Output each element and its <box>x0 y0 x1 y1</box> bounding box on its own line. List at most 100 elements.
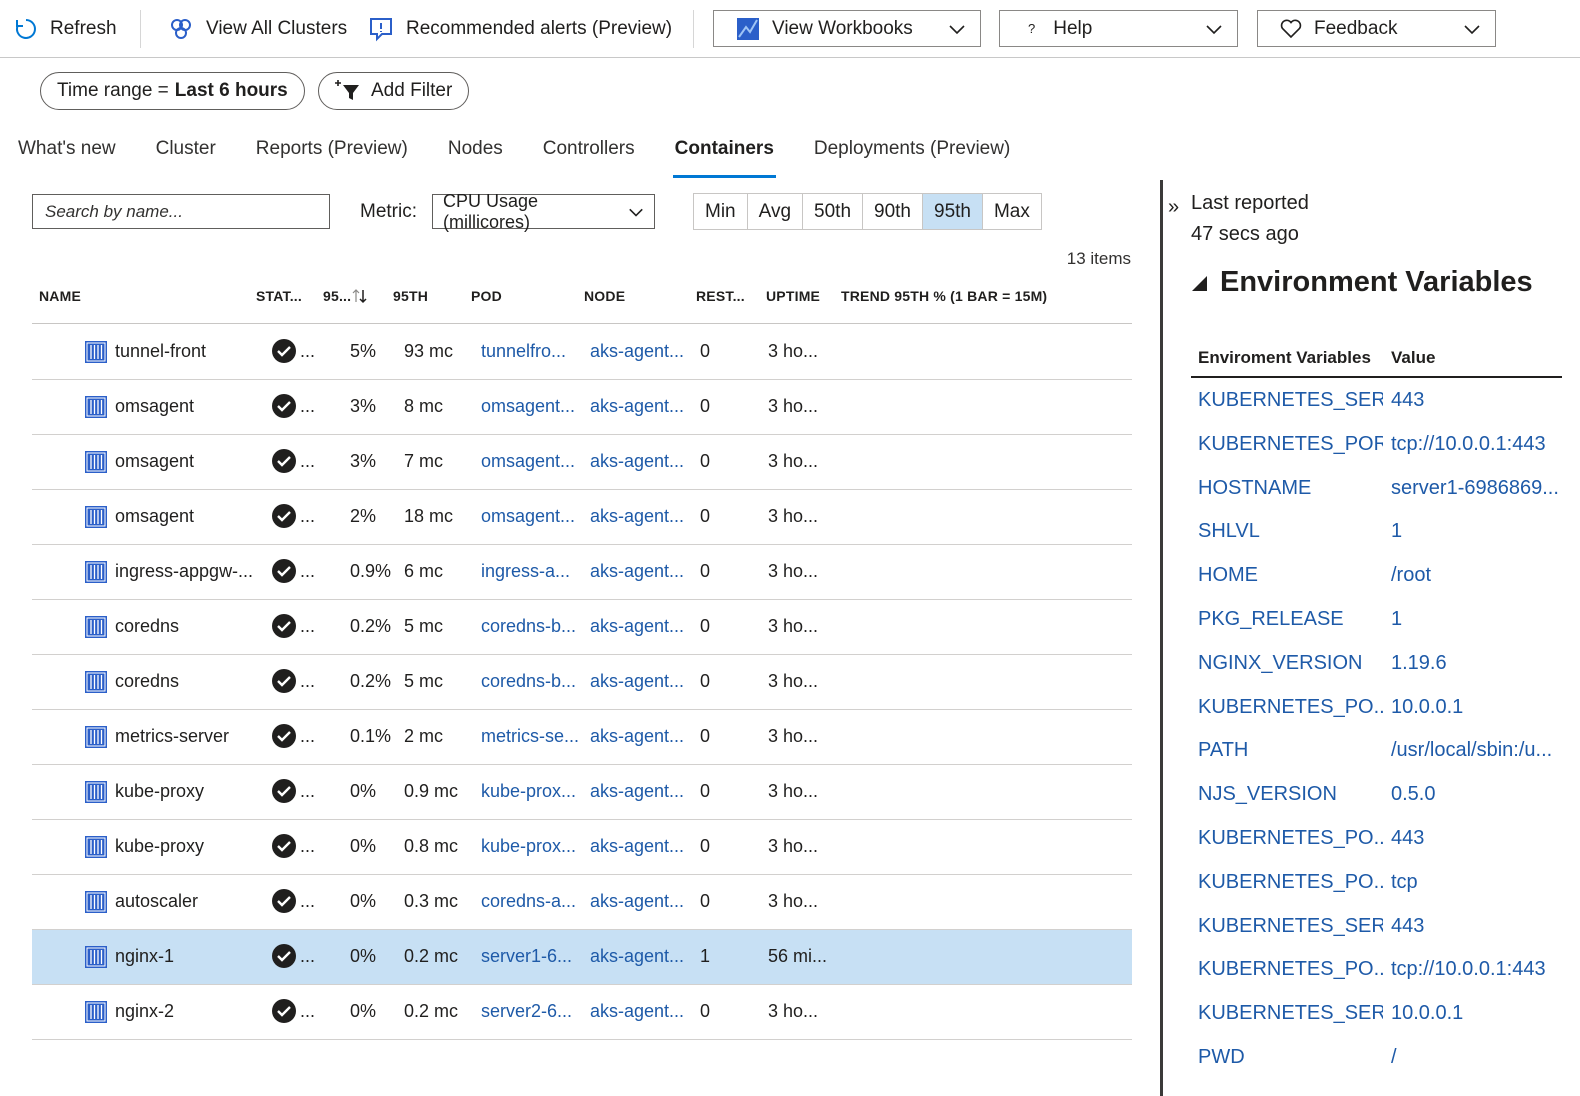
tab-cluster[interactable]: Cluster <box>156 138 216 178</box>
aggregation-min[interactable]: Min <box>694 194 748 229</box>
env-var-name[interactable]: PATH <box>1198 739 1383 762</box>
tab-nodes[interactable]: Nodes <box>448 138 503 178</box>
env-var-name[interactable]: KUBERNETES_SER... <box>1198 915 1383 938</box>
aggregation-50th[interactable]: 50th <box>803 194 864 229</box>
help-dropdown[interactable]: ? Help <box>999 10 1238 47</box>
env-var-name[interactable]: KUBERNETES_PO... <box>1198 827 1383 850</box>
node-link[interactable]: aks-agent... <box>590 671 690 692</box>
node-link[interactable]: aks-agent... <box>590 341 690 362</box>
env-var-value[interactable]: 10.0.0.1 <box>1391 696 1566 719</box>
column-header-status[interactable]: STAT... <box>256 288 302 304</box>
table-row[interactable]: autoscaler... 0% 0.3 mc coredns-a... aks-age… <box>32 875 1132 930</box>
table-row[interactable]: nginx-2... 0% 0.2 mc server2-6... aks-agent.… <box>32 985 1132 1040</box>
aggregation-90th[interactable]: 90th <box>863 194 923 229</box>
aggregation-max[interactable]: Max <box>983 194 1041 229</box>
pod-link[interactable]: omsagent... <box>481 396 581 417</box>
env-var-name[interactable]: HOME <box>1198 564 1383 587</box>
env-var-name[interactable]: NJS_VERSION <box>1198 783 1383 806</box>
env-var-value[interactable]: tcp <box>1391 871 1566 894</box>
feedback-dropdown[interactable]: Feedback <box>1257 10 1496 47</box>
node-link[interactable]: aks-agent... <box>590 946 690 967</box>
env-var-value[interactable]: /root <box>1391 564 1566 587</box>
pod-link[interactable]: tunnelfro... <box>481 341 581 362</box>
env-var-value[interactable]: 443 <box>1391 827 1566 850</box>
env-var-value[interactable]: /usr/local/sbin:/u... <box>1391 739 1566 762</box>
column-header-restarts[interactable]: REST... <box>696 288 745 304</box>
view-all-clusters-button[interactable]: View All Clusters <box>168 8 347 50</box>
table-row[interactable]: omsagent... 2% 18 mc omsagent... aks-agent..… <box>32 490 1132 545</box>
expand-panel-icon[interactable]: » <box>1168 196 1179 219</box>
search-input[interactable] <box>32 194 330 229</box>
environment-variables-toggle[interactable]: Environment Variables <box>1190 266 1533 299</box>
node-link[interactable]: aks-agent... <box>590 1001 690 1022</box>
tab-whats-new[interactable]: What's new <box>18 138 116 178</box>
table-row[interactable]: coredns... 0.2% 5 mc coredns-b... aks-agent.… <box>32 600 1132 655</box>
recommended-alerts-button[interactable]: Recommended alerts (Preview) <box>368 8 672 50</box>
table-row[interactable]: kube-proxy... 0% 0.8 mc kube-prox... aks-age… <box>32 820 1132 875</box>
pod-link[interactable]: coredns-a... <box>481 891 581 912</box>
tab-containers[interactable]: Containers <box>672 138 777 178</box>
panel-divider[interactable] <box>1160 180 1163 1096</box>
env-var-value[interactable]: 1.19.6 <box>1391 652 1566 675</box>
pod-link[interactable]: ingress-a... <box>481 561 581 582</box>
pod-link[interactable]: server2-6... <box>481 1001 581 1022</box>
pod-link[interactable]: coredns-b... <box>481 671 581 692</box>
node-link[interactable]: aks-agent... <box>590 506 690 527</box>
column-header-node[interactable]: NODE <box>584 288 625 304</box>
aggregation-avg[interactable]: Avg <box>748 194 804 229</box>
env-var-name[interactable]: KUBERNETES_PO... <box>1198 871 1383 894</box>
add-filter-button[interactable]: Add Filter <box>318 72 470 110</box>
tab-controllers[interactable]: Controllers <box>543 138 635 178</box>
pod-link[interactable]: omsagent... <box>481 451 581 472</box>
column-header-trend[interactable]: TREND 95TH % (1 BAR = 15M) <box>841 288 1047 304</box>
pod-link[interactable]: kube-prox... <box>481 781 581 802</box>
table-row[interactable]: omsagent... 3% 7 mc omsagent... aks-agent...… <box>32 435 1132 490</box>
env-var-name[interactable]: KUBERNETES_PORT <box>1198 433 1383 456</box>
node-link[interactable]: aks-agent... <box>590 781 690 802</box>
node-link[interactable]: aks-agent... <box>590 616 690 637</box>
env-var-value[interactable]: 1 <box>1391 520 1566 543</box>
metric-dropdown[interactable]: CPU Usage (millicores) <box>432 191 655 232</box>
view-workbooks-dropdown[interactable]: View Workbooks <box>713 10 981 47</box>
env-var-name[interactable]: PKG_RELEASE <box>1198 608 1383 631</box>
pod-link[interactable]: metrics-se... <box>481 726 581 747</box>
node-link[interactable]: aks-agent... <box>590 396 690 417</box>
env-var-name[interactable]: KUBERNETES_SER... <box>1198 389 1383 412</box>
aggregation-95th[interactable]: 95th <box>923 194 983 229</box>
env-var-name[interactable]: PWD <box>1198 1046 1383 1069</box>
env-var-name[interactable]: HOSTNAME <box>1198 477 1383 500</box>
table-row[interactable]: ingress-appgw-...... 0.9% 6 mc ingress-a...… <box>32 545 1132 600</box>
column-header-uptime[interactable]: UPTIME <box>766 288 820 304</box>
env-var-value[interactable]: 0.5.0 <box>1391 783 1566 806</box>
tab-reports[interactable]: Reports (Preview) <box>256 138 408 178</box>
tab-deployments[interactable]: Deployments (Preview) <box>814 138 1010 178</box>
table-row[interactable]: metrics-server... 0.1% 2 mc metrics-se... ak… <box>32 710 1132 765</box>
table-row[interactable]: coredns... 0.2% 5 mc coredns-b... aks-agent.… <box>32 655 1132 710</box>
env-var-value[interactable]: server1-6986869... <box>1391 477 1566 500</box>
time-range-pill[interactable]: Time range = Last 6 hours <box>40 72 305 110</box>
pod-link[interactable]: coredns-b... <box>481 616 581 637</box>
env-var-name[interactable]: KUBERNETES_PO... <box>1198 696 1383 719</box>
node-link[interactable]: aks-agent... <box>590 891 690 912</box>
env-var-name[interactable]: KUBERNETES_PO... <box>1198 958 1383 981</box>
env-var-value[interactable]: 1 <box>1391 608 1566 631</box>
node-link[interactable]: aks-agent... <box>590 451 690 472</box>
node-link[interactable]: aks-agent... <box>590 561 690 582</box>
env-var-name[interactable]: NGINX_VERSION <box>1198 652 1383 675</box>
column-header-pod[interactable]: POD <box>471 288 502 304</box>
node-link[interactable]: aks-agent... <box>590 836 690 857</box>
table-row[interactable]: tunnel-front... 5% 93 mc tunnelfro... aks-ag… <box>32 325 1132 380</box>
env-var-value[interactable]: 443 <box>1391 389 1566 412</box>
pod-link[interactable]: omsagent... <box>481 506 581 527</box>
table-row[interactable]: kube-proxy... 0% 0.9 mc kube-prox... aks-age… <box>32 765 1132 820</box>
table-row[interactable]: nginx-1... 0% 0.2 mc server1-6... aks-agent.… <box>32 930 1132 985</box>
env-var-name[interactable]: KUBERNETES_SER... <box>1198 1002 1383 1025</box>
env-var-value[interactable]: 443 <box>1391 915 1566 938</box>
column-header-name[interactable]: NAME <box>39 288 81 304</box>
table-row[interactable]: omsagent... 3% 8 mc omsagent... aks-agent...… <box>32 380 1132 435</box>
pod-link[interactable]: server1-6... <box>481 946 581 967</box>
env-var-value[interactable]: / <box>1391 1046 1566 1069</box>
env-var-value[interactable]: tcp://10.0.0.1:443 <box>1391 433 1566 456</box>
column-header-95th[interactable]: 95TH <box>393 288 428 304</box>
pod-link[interactable]: kube-prox... <box>481 836 581 857</box>
